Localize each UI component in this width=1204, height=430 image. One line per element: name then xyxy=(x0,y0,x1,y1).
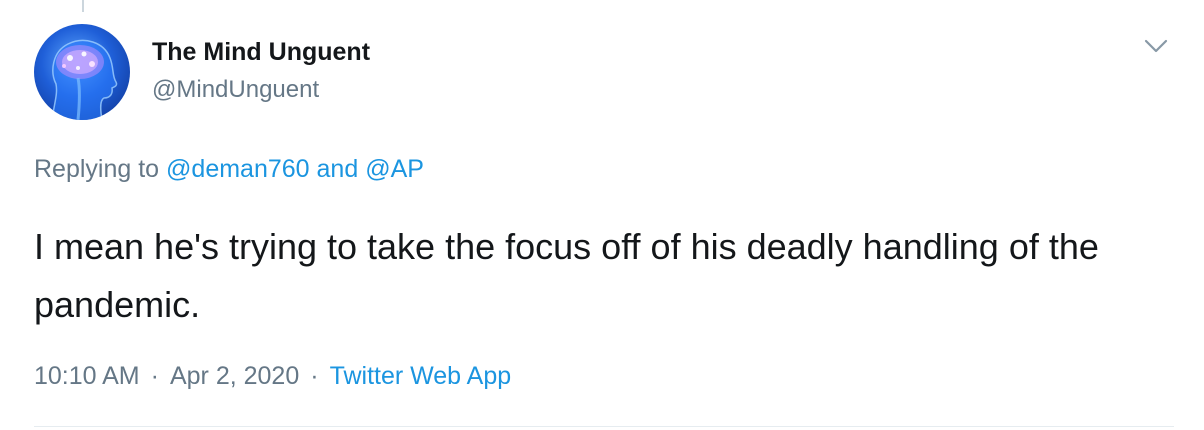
mention-link[interactable]: @AP xyxy=(365,155,424,183)
chevron-down-icon[interactable] xyxy=(1142,36,1170,56)
replying-to-line: Replying to @deman760 and @AP xyxy=(34,155,424,184)
author-handle[interactable]: @MindUnguent xyxy=(152,76,319,104)
tweet-source-link[interactable]: Twitter Web App xyxy=(330,362,512,390)
author-name[interactable]: The Mind Unguent xyxy=(152,38,370,67)
meta-separator: · xyxy=(150,362,159,390)
tweet-date[interactable]: Apr 2, 2020 xyxy=(170,362,299,390)
replying-conjunction[interactable]: and xyxy=(317,155,359,183)
thread-connector-line xyxy=(82,0,84,12)
avatar[interactable] xyxy=(34,24,130,120)
tweet-text: I mean he's trying to take the focus off… xyxy=(34,226,1099,325)
tweet-meta: 10:10 AM · Apr 2, 2020 · Twitter Web App xyxy=(34,362,511,391)
brain-avatar-icon xyxy=(51,39,118,120)
meta-separator: · xyxy=(310,362,319,390)
replying-to-label: Replying to xyxy=(34,155,160,183)
tweet-time[interactable]: 10:10 AM xyxy=(34,362,140,390)
mention-link[interactable]: @deman760 xyxy=(166,155,310,183)
divider xyxy=(34,426,1174,427)
